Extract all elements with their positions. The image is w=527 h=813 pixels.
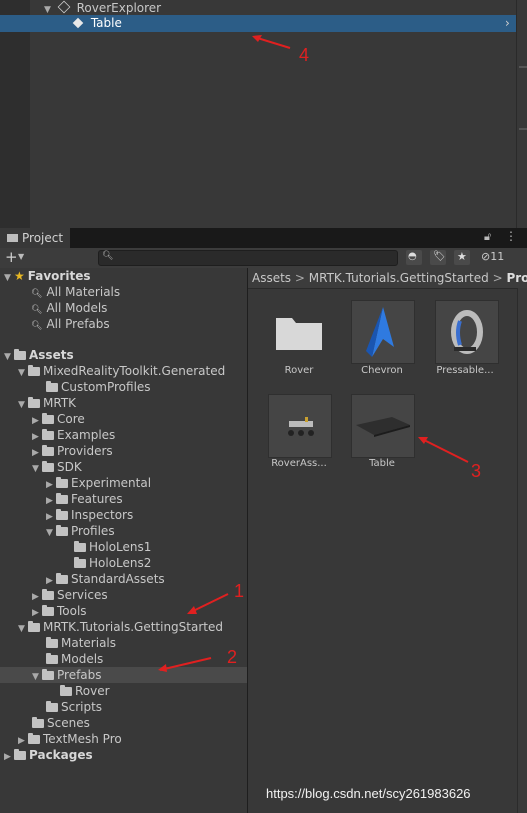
- annotation-number-1: 1: [234, 581, 245, 601]
- annotation-number-4: 4: [299, 45, 310, 65]
- annotation-arrow-2: [158, 657, 212, 672]
- annotation-layer: [158, 35, 469, 672]
- annotation-number-3: 3: [471, 461, 482, 481]
- annotation-arrow-4: [252, 35, 291, 49]
- annotation-arrow-3: [418, 437, 469, 463]
- annotation-arrow-1: [187, 593, 229, 614]
- annotation-number-2: 2: [227, 647, 238, 667]
- watermark: https://blog.csdn.net/scy261983626: [266, 786, 471, 801]
